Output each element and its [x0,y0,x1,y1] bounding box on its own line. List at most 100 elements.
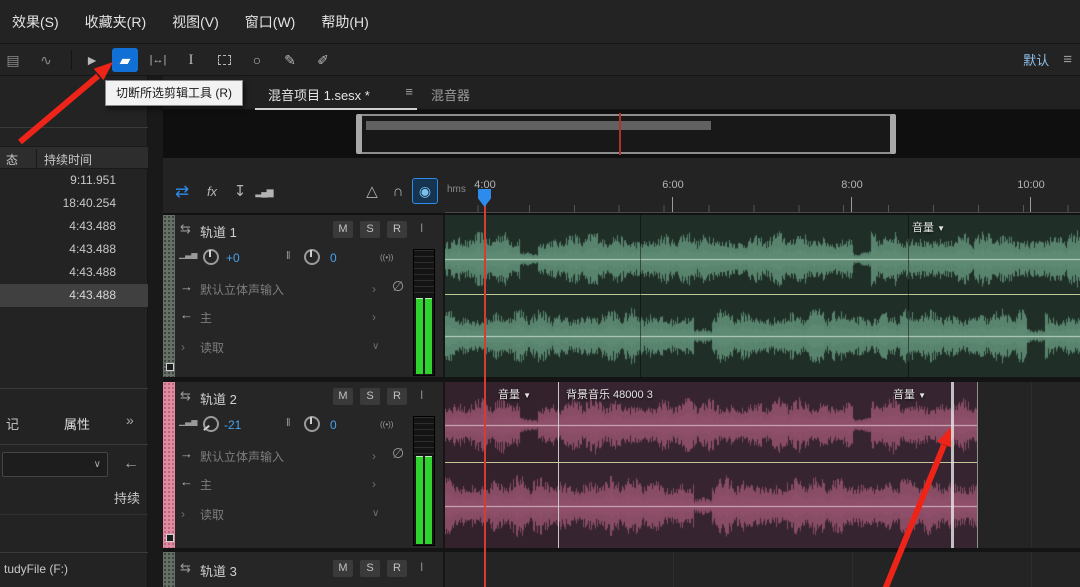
heal-tool-icon[interactable]: ✐ [310,48,336,72]
track2-arm-button[interactable]: R [387,388,407,405]
slip-tool-icon[interactable]: |↔| [145,48,171,72]
tab-mixer[interactable]: 混音器 [425,76,495,110]
markers-tab-partial[interactable]: 记 [6,414,19,433]
chevron-right-icon: › [181,508,185,520]
audition-app: 效果(S) 收藏夹(R) 视图(V) 窗口(W) 帮助(H) ▤ ∿ ► ▰ |… [0,0,1080,587]
viewport-right-handle[interactable] [890,114,896,154]
fx-rack-icon[interactable]: fx [200,180,224,204]
column-divider[interactable] [36,149,37,168]
track1-volume-value: +0 [226,251,240,265]
track2-select-box[interactable] [166,534,174,542]
lasso-tool-icon[interactable]: ○ [244,48,270,72]
track2-mute-button[interactable]: M [333,388,353,405]
track1-meter [413,249,435,376]
chevron-right-icon: › [372,450,376,462]
brush-tool-icon[interactable]: ✎ [277,48,303,72]
menu-effects[interactable]: 效果(S) [12,12,59,32]
track1-automation-mode[interactable]: 读取 [200,339,224,356]
overview-viewport[interactable] [358,114,894,154]
track2-clip-title[interactable]: 背景音乐 48000 3 [566,386,653,402]
magnet-snap-icon[interactable]: ∩ [386,180,410,204]
track2-volume-knob[interactable] [203,416,219,432]
chevron-right-icon: › [372,311,376,323]
tab-properties[interactable]: 属性 [64,414,90,433]
track2-color-strip[interactable] [163,382,175,548]
track2-pan-knob[interactable] [304,416,320,432]
track3-lane[interactable] [445,552,1080,587]
track2-waveform-canvas [445,382,978,548]
track2-solo-button[interactable]: S [360,388,380,405]
panel-overflow-icon[interactable]: » [126,412,134,428]
track3-mute-button[interactable]: M [333,560,353,577]
track3-solo-button[interactable]: S [360,560,380,577]
track1-arm-button[interactable]: R [387,221,407,238]
time-ruler[interactable]: hms 4:00 6:00 8:00 10:00 [445,170,1080,214]
drive-tree-item[interactable]: tudyFile (F:) [4,562,68,576]
clip-right-edge[interactable] [977,382,978,548]
track2-automation-mode[interactable]: 读取 [200,506,224,523]
menu-help[interactable]: 帮助(H) [321,12,368,32]
track1-input-monitor-button[interactable]: I [420,221,423,235]
workspace-menu-icon[interactable]: ≡ [1063,51,1072,68]
duration-column-header[interactable]: 持续时间 [44,151,92,168]
track3-color-strip[interactable] [163,552,175,587]
marquee-tool-icon[interactable] [211,48,237,72]
track2-output-select[interactable]: 主 [200,476,212,493]
track1-mute-button[interactable]: M [333,221,353,238]
pan-icon: ‖ [286,417,291,429]
panel-menu-icon[interactable]: ≡ [405,84,413,99]
duration-row[interactable]: 4:43.488 [0,261,148,284]
duration-row-selected[interactable]: 4:43.488 [0,284,148,307]
track1-name[interactable]: 轨道 1 [200,222,237,241]
workspace-label[interactable]: 默认 [1023,50,1049,69]
metronome-icon[interactable]: △ [360,180,384,204]
tab-multitrack-project[interactable]: 混音项目 1.sesx * ≡ [255,76,417,110]
razor-tool-icon[interactable]: ▰ [112,48,138,72]
track1-pan-knob[interactable] [304,249,320,265]
duration-row[interactable]: 4:43.488 [0,215,148,238]
track3-name[interactable]: 轨道 3 [200,561,237,580]
duration-row[interactable]: 4:43.488 [0,238,148,261]
track2-volume-envelope[interactable] [445,462,978,463]
dock-down-icon[interactable]: ↧ [228,180,252,204]
status-column-header[interactable]: 态 [6,151,18,168]
no-input-icon[interactable]: ∅ [392,278,404,295]
preset-combobox[interactable]: ∨ [2,452,108,477]
menubar: 效果(S) 收藏夹(R) 视图(V) 窗口(W) 帮助(H) [0,0,1080,44]
metering-icon[interactable]: ▂▄▆ [252,180,276,204]
track1-volume-envelope[interactable] [445,294,1080,295]
menu-view[interactable]: 视图(V) [172,12,219,32]
track3-arm-button[interactable]: R [387,560,407,577]
track1-color-strip[interactable] [163,215,175,377]
panel-icon[interactable]: ▤ [0,48,26,72]
track2-right-clip-envelope-selector[interactable]: 音量 ▼ [893,386,926,402]
back-arrow-icon[interactable]: ← [120,452,142,476]
track1-volume-knob[interactable] [203,249,219,265]
track2-input-monitor-button[interactable]: I [420,388,423,402]
track2-input-select[interactable]: 默认立体声输入 [200,448,368,465]
files-list-header: 态 持续时间 [0,146,148,169]
track3-input-monitor-button[interactable]: I [420,560,423,574]
output-route-icon: ← [180,307,193,322]
loop-toggle-icon[interactable]: ⇄ [170,180,194,204]
no-input-icon[interactable]: ∅ [392,445,404,462]
duration-row[interactable]: 9:11.951 [0,169,148,192]
divider [0,514,148,515]
menu-favorites[interactable]: 收藏夹(R) [85,12,146,32]
viewport-left-handle[interactable] [356,114,362,154]
time-selection-tool-icon[interactable]: I [178,48,204,72]
track1-input-select[interactable]: 默认立体声输入 [200,281,368,298]
track1-select-box[interactable] [166,363,174,371]
levels-panel-icon[interactable]: ∿ [33,48,59,72]
track1-clip-envelope-selector[interactable]: 音量 ▼ [912,219,945,235]
menu-window[interactable]: 窗口(W) [245,12,296,32]
move-tool-icon[interactable]: ► [79,48,105,72]
track2-pan-value: 0 [330,418,337,432]
track1-output-select[interactable]: 主 [200,309,212,326]
monitor-toggle-button[interactable]: ◉ [412,178,438,204]
duration-row[interactable]: 18:40.254 [0,192,148,215]
clip-edit-point[interactable] [951,382,954,548]
track2-name[interactable]: 轨道 2 [200,389,237,408]
track1-solo-button[interactable]: S [360,221,380,238]
track2-left-clip-envelope-selector[interactable]: 音量 ▼ [498,386,531,402]
